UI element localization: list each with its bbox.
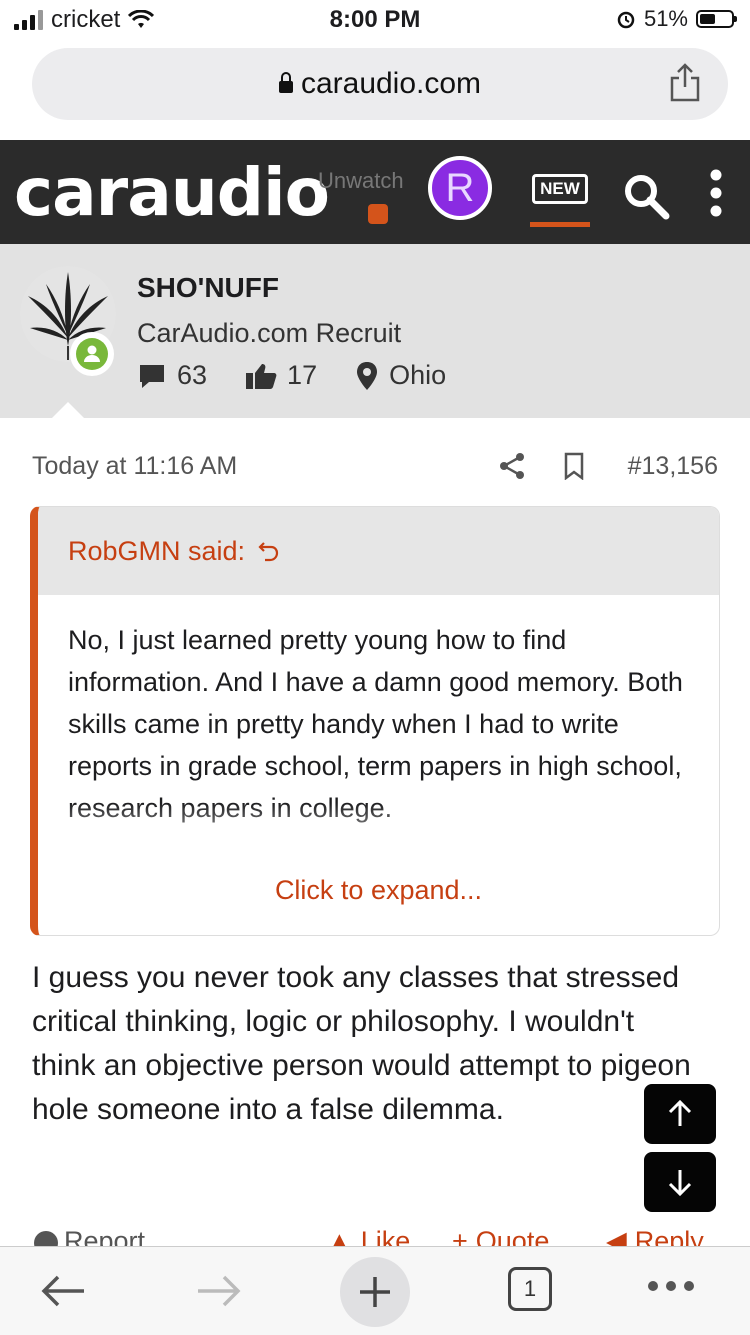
lock-icon: [278, 72, 293, 93]
arrow-down-icon: [668, 1170, 692, 1197]
report-button[interactable]: Report: [34, 1226, 145, 1248]
back-icon[interactable]: [40, 1271, 86, 1311]
status-right: 51%: [616, 6, 737, 32]
quote-text: No, I just learned pretty young how to f…: [38, 595, 719, 863]
message-icon: [140, 364, 164, 388]
quote-button[interactable]: + Quote: [452, 1226, 549, 1248]
scroll-bottom-button[interactable]: [644, 1152, 716, 1212]
logo-dot: [368, 204, 388, 224]
quote-text-content: No, I just learned pretty young how to f…: [68, 625, 683, 823]
reply-label: Reply: [634, 1226, 704, 1248]
post-body: I guess you never took any classes that …: [32, 961, 691, 1126]
more-menu-icon[interactable]: [708, 168, 724, 218]
plus-icon: +: [452, 1226, 468, 1248]
site-header: caraudio Unwatch R NEW: [0, 140, 750, 244]
go-to-quote-icon[interactable]: [257, 539, 281, 563]
reply-icon: ◀: [606, 1226, 627, 1248]
battery-percent: 51%: [643, 6, 688, 31]
active-tab-indicator: [530, 222, 590, 227]
unwatch-link[interactable]: Unwatch: [318, 168, 404, 194]
new-tab-button[interactable]: [340, 1257, 410, 1327]
username[interactable]: SHO'NUFF: [137, 272, 279, 304]
arrow-up-icon: [668, 1099, 692, 1126]
quote-label: Quote: [475, 1226, 550, 1248]
quote-fade: [38, 803, 719, 863]
thumbs-up-icon: ▲: [326, 1226, 353, 1248]
tabs-button[interactable]: 1: [508, 1267, 552, 1311]
post-number[interactable]: #13,156: [628, 452, 718, 481]
likes-count: 17: [287, 360, 318, 390]
site-logo[interactable]: caraudio: [14, 154, 330, 231]
forward-icon[interactable]: [196, 1271, 242, 1311]
share-icon[interactable]: [668, 62, 702, 102]
quote-header[interactable]: RobGMN said:: [38, 507, 719, 595]
browser-toolbar: 1: [0, 1246, 750, 1335]
thumbs-up-icon: [246, 363, 277, 389]
quote-block: RobGMN said: No, I just learned pretty y…: [30, 506, 720, 936]
browser-menu-icon[interactable]: [648, 1281, 694, 1291]
share-icon[interactable]: [498, 452, 526, 480]
quote-author[interactable]: RobGMN said:: [68, 536, 245, 567]
location-text: Ohio: [389, 360, 447, 390]
messages-count: 63: [177, 360, 208, 390]
user-stats: 63 17 Ohio: [137, 360, 484, 391]
messages-stat: 63: [137, 360, 207, 391]
post-user-block: SHO'NUFF CarAudio.com Recruit 63 17 Ohio: [0, 244, 750, 418]
plus-icon: [360, 1277, 390, 1307]
report-label: Report: [64, 1226, 146, 1248]
user-caret: [50, 402, 86, 420]
status-bar: cricket 8:00 PM 51%: [0, 0, 750, 40]
online-status-badge: [70, 332, 114, 376]
expand-quote-link[interactable]: Click to expand...: [38, 875, 719, 906]
post-actions: Report ▲ Like + Quote ◀ Reply: [0, 1222, 750, 1248]
url-text: caraudio.com: [300, 67, 482, 100]
user-title: CarAudio.com Recruit: [137, 318, 402, 348]
bookmark-icon[interactable]: [563, 452, 585, 480]
scroll-top-button[interactable]: [644, 1084, 716, 1144]
account-avatar[interactable]: R: [428, 156, 492, 220]
map-pin-icon: [357, 361, 378, 390]
like-label: Like: [360, 1226, 411, 1248]
address-bar[interactable]: caraudio.com: [32, 48, 728, 120]
location-stat: Ohio: [355, 360, 446, 391]
reply-button[interactable]: ◀ Reply: [606, 1226, 704, 1248]
like-button[interactable]: ▲ Like: [326, 1226, 410, 1248]
likes-stat: 17: [245, 360, 317, 391]
user-icon: [84, 345, 100, 362]
post-timestamp[interactable]: Today at 11:16 AM: [32, 452, 237, 481]
alarm-icon: [617, 11, 635, 29]
search-icon[interactable]: [622, 172, 670, 220]
new-posts-button[interactable]: NEW: [532, 174, 588, 204]
battery-icon: [696, 10, 737, 28]
